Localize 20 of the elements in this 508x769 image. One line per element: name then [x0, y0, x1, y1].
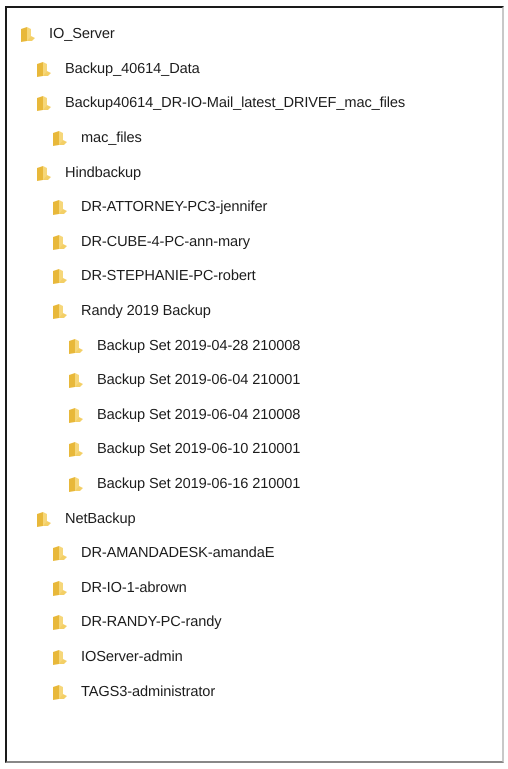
folder-name[interactable]: Backup Set 2019-06-10 210001 [97, 441, 300, 458]
folder-name[interactable]: Backup Set 2019-04-28 210008 [97, 338, 300, 354]
folder-name[interactable]: IO_Server [49, 26, 115, 42]
folder-name[interactable]: Hindbackup [65, 164, 142, 181]
folder-name[interactable]: Backup Set 2019-06-16 210001 [97, 476, 300, 492]
folder-name[interactable]: Backup_40614_Data [65, 60, 200, 77]
folder-name[interactable]: DR-ATTORNEY-PC3-jennifer [81, 199, 268, 216]
folder-name[interactable]: TAGS3-administrator [81, 684, 216, 700]
folder-name[interactable]: DR-RANDY-PC-randy [81, 614, 222, 630]
folder-name[interactable]: NetBackup [65, 510, 136, 527]
folder-name[interactable]: Backup40614_DR-IO-Mail_latest_DRIVEF_mac_files [65, 95, 406, 112]
folder-name[interactable]: IOServer-admin [81, 648, 183, 665]
folder-name[interactable]: DR-STEPHANIE-PC-robert [81, 268, 256, 284]
folder-name[interactable]: DR-IO-1-abrown [81, 580, 187, 596]
folder-name[interactable]: Randy 2019 Backup [81, 303, 211, 320]
folder-name[interactable]: DR-AMANDADESK-amandaE [81, 545, 274, 562]
folder-name[interactable]: Backup Set 2019-06-04 210008 [97, 406, 300, 423]
folder-name[interactable]: mac_files [81, 130, 142, 146]
folder-name[interactable]: Backup Set 2019-06-04 210001 [97, 372, 300, 388]
folder-name[interactable]: DR-CUBE-4-PC-ann-mary [81, 234, 250, 250]
